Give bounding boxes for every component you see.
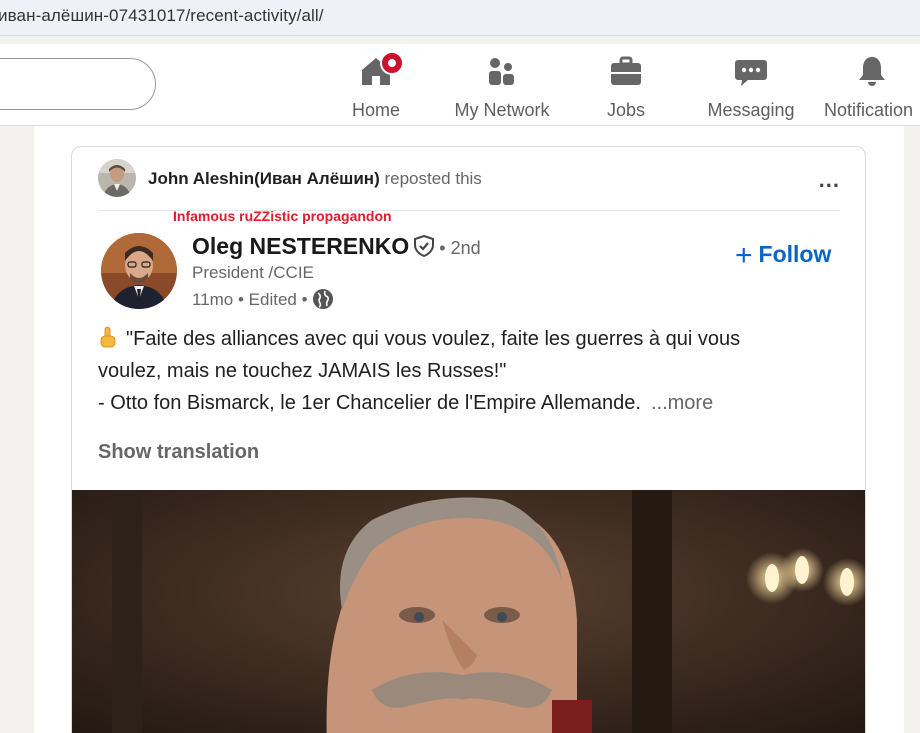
- nav-jobs-label: Jobs: [606, 100, 646, 120]
- post-image[interactable]: [72, 490, 865, 733]
- author-headline: President /CCIE: [192, 263, 314, 282]
- repost-header: John Aleshin(Иван Алёшин) reposted this …: [98, 159, 840, 211]
- author-name-text[interactable]: Oleg NESTERENKO: [192, 233, 409, 259]
- feed-post-card: John Aleshin(Иван Алёшин) reposted this …: [71, 146, 866, 733]
- post-text-line-2: voulez, mais ne touchez JAMAIS les Russe…: [98, 360, 507, 382]
- nav-notifications-label: Notification: [824, 100, 914, 120]
- portrait-image: [72, 490, 865, 733]
- top-navbar: Home My Network Jobs Messaging Notificat…: [0, 44, 920, 126]
- pointing-up-emoji-icon: [100, 326, 116, 348]
- post-body: "Faite des alliances avec qui vous voule…: [98, 323, 848, 419]
- nav-my-network-label: My Network: [454, 100, 550, 120]
- address-bar[interactable]: иван-алёшин-07431017/recent-activity/all…: [0, 0, 920, 36]
- bell-icon: [859, 57, 885, 86]
- overlay-annotation: Infamous ruZZistic propagandon: [173, 208, 392, 224]
- nav-home[interactable]: Home: [340, 50, 412, 122]
- nav-notifications[interactable]: Notification: [820, 50, 920, 122]
- network-icon: [489, 58, 514, 85]
- url-text[interactable]: иван-алёшин-07431017/recent-activity/all…: [0, 6, 324, 26]
- plus-icon: +: [735, 239, 753, 272]
- follow-label: Follow: [758, 241, 832, 267]
- globe-icon: [312, 289, 333, 309]
- reposter-name-text[interactable]: John Aleshin(Иван Алёшин): [148, 169, 380, 188]
- post-menu-button[interactable]: ...: [819, 167, 840, 193]
- follow-button[interactable]: + Follow: [735, 239, 831, 273]
- see-more-button[interactable]: ...more: [651, 392, 713, 414]
- briefcase-icon: [611, 56, 641, 85]
- post-meta: 11mo • Edited •: [192, 288, 334, 310]
- verified-icon: [414, 235, 435, 257]
- messaging-icon: [735, 60, 767, 86]
- nav-home-label: Home: [351, 100, 400, 120]
- author-avatar[interactable]: [101, 233, 177, 309]
- post-text-line-3: - Otto fon Bismarck, le 1er Chancelier d…: [98, 392, 641, 414]
- post-timestamp: 11mo • Edited •: [192, 290, 308, 309]
- nav-messaging[interactable]: Messaging: [700, 50, 802, 122]
- author-name[interactable]: Oleg NESTERENKO • 2nd: [192, 233, 481, 260]
- connection-degree: • 2nd: [439, 238, 481, 258]
- post-line-1: "Faite des alliances avec qui vous voule…: [98, 323, 848, 355]
- nav-messaging-label: Messaging: [707, 100, 795, 120]
- nav-my-network[interactable]: My Network: [446, 50, 558, 122]
- post-line-3: - Otto fon Bismarck, le 1er Chancelier d…: [98, 387, 848, 419]
- nav-jobs[interactable]: Jobs: [596, 50, 656, 122]
- show-translation-button[interactable]: Show translation: [98, 441, 259, 464]
- notification-badge: [380, 51, 404, 75]
- post-text-line-1: "Faite des alliances avec qui vous voule…: [126, 328, 741, 350]
- reposter-avatar[interactable]: [98, 159, 136, 197]
- repost-suffix: reposted this: [384, 169, 482, 188]
- reposter-name[interactable]: John Aleshin(Иван Алёшин) reposted this: [148, 169, 482, 189]
- search-input[interactable]: [0, 58, 156, 110]
